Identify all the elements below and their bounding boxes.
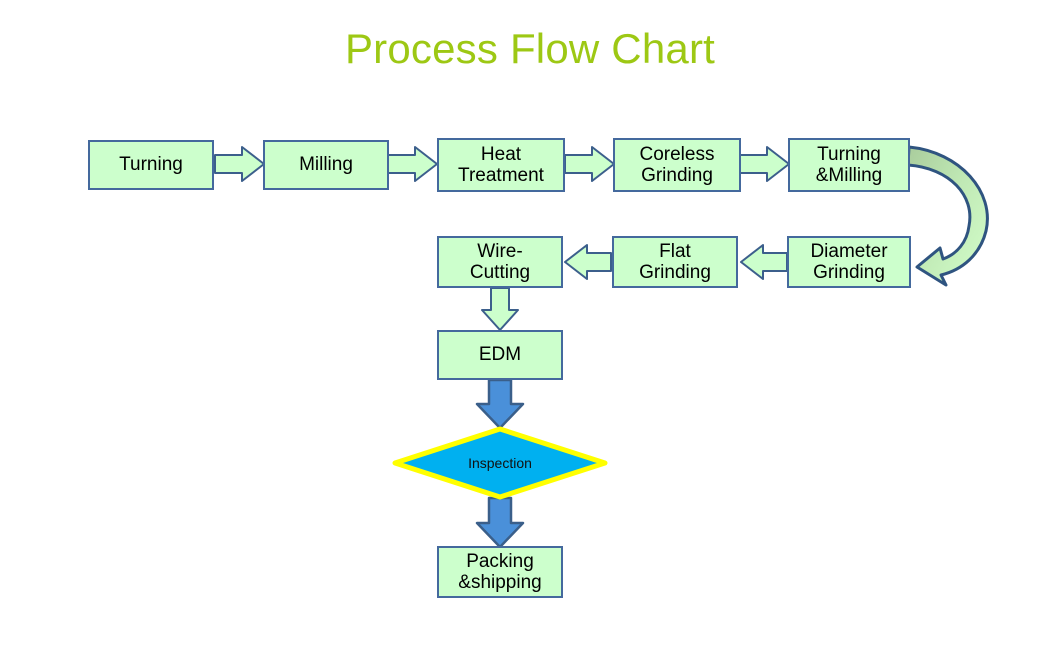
node-coreless-grinding[interactable]: Coreless Grinding xyxy=(613,138,741,192)
arrow-heat-treatment-to-coreless-grinding xyxy=(564,146,615,182)
node-diameter-grinding[interactable]: Diameter Grinding xyxy=(787,236,911,288)
node-label: Diameter Grinding xyxy=(810,240,888,283)
node-turning[interactable]: Turning xyxy=(88,140,214,190)
node-label: Turning &Milling xyxy=(815,143,883,186)
decision-diamond-shape xyxy=(392,426,608,500)
node-inspection[interactable]: Inspection xyxy=(392,426,608,500)
node-label: Heat Treatment xyxy=(458,143,544,186)
node-label: EDM xyxy=(478,344,522,366)
node-label: Wire- Cutting xyxy=(469,240,531,283)
node-edm[interactable]: EDM xyxy=(437,330,563,380)
arrow-milling-to-heat-treatment xyxy=(387,146,438,182)
node-label: Turning xyxy=(119,154,183,176)
page-title: Process Flow Chart xyxy=(344,25,716,72)
arrow-turning-to-milling xyxy=(214,146,265,182)
arrow-edm-to-inspection xyxy=(475,378,525,430)
node-label: Flat Grinding xyxy=(639,240,711,283)
arrow-turning-milling-to-diameter-grinding xyxy=(906,145,989,287)
arrow-inspection-to-packing-shipping xyxy=(475,496,525,549)
node-milling[interactable]: Milling xyxy=(263,140,389,190)
arrow-flat-grinding-to-wire-cutting xyxy=(564,244,612,280)
node-heat-treatment[interactable]: Heat Treatment xyxy=(437,138,565,192)
arrow-coreless-grinding-to-turning-milling xyxy=(739,146,790,182)
node-flat-grinding[interactable]: Flat Grinding xyxy=(612,236,738,288)
node-label: Packing &shipping xyxy=(458,550,542,593)
node-label: Coreless Grinding xyxy=(639,143,715,186)
node-packing-shipping[interactable]: Packing &shipping xyxy=(437,546,563,598)
arrow-wire-cutting-to-edm xyxy=(481,287,519,331)
node-wire-cutting[interactable]: Wire- Cutting xyxy=(437,236,563,288)
node-label: Milling xyxy=(299,154,353,176)
arrow-diameter-grinding-to-flat-grinding xyxy=(740,244,788,280)
node-turning-milling[interactable]: Turning &Milling xyxy=(788,138,910,192)
process-flow-chart: Process Flow Chart Turning Milling Heat … xyxy=(0,0,1060,657)
